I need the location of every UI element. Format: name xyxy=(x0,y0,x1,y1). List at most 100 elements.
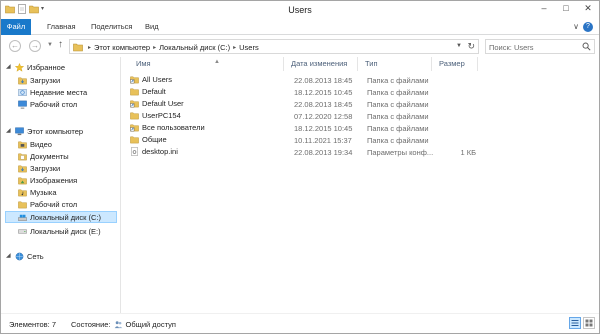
nav-item-downloads-pc[interactable]: Загрузки xyxy=(18,162,60,174)
computer-icon xyxy=(15,126,24,136)
folder-shortcut-icon xyxy=(130,99,139,108)
nav-item-drive-e[interactable]: Локальный диск (E:) xyxy=(18,225,101,237)
chevron-down-icon[interactable]: ◢ xyxy=(6,63,12,72)
nav-item-label: Рабочий стол xyxy=(30,99,78,109)
table-row[interactable]: Общие 10.11.2021 15:37 Папка с файлами xyxy=(130,135,480,146)
column-header-type[interactable]: Тип xyxy=(359,57,432,71)
nav-item-label: Рабочий стол xyxy=(30,199,78,209)
maximize-button[interactable]: □ xyxy=(555,1,577,15)
column-header-name[interactable]: ▲ Имя xyxy=(130,57,284,71)
breadcrumb-drive-c[interactable]: Локальный диск (C:) xyxy=(159,43,230,52)
recent-locations-icon[interactable]: ▼ xyxy=(47,42,53,48)
file-name: Default xyxy=(142,87,166,96)
file-name: UserPC154 xyxy=(142,111,181,120)
music-folder-icon xyxy=(18,188,27,197)
chevron-right-icon[interactable]: ▸ xyxy=(153,44,156,51)
table-row[interactable]: UserPC154 07.12.2020 12:58 Папка с файла… xyxy=(130,111,480,122)
navigation-pane: ◢ Избранное Загрузки Недавние места Рабо… xyxy=(1,57,121,313)
table-row[interactable]: Default 18.12.2015 10:45 Папка с файлами xyxy=(130,87,480,98)
ribbon-tabs: Файл Главная Поделиться Вид ∨ ? xyxy=(1,19,599,35)
documents-folder-icon xyxy=(18,152,27,161)
nav-item-music[interactable]: Музыка xyxy=(18,186,57,198)
table-row[interactable]: Default User 22.08.2013 18:45 Папка с фа… xyxy=(130,99,480,110)
tab-home[interactable]: Главная xyxy=(47,19,76,35)
navigation-bar: ← → ▼ ↑ ▸ Этот компьютер ▸ Локальный дис… xyxy=(1,35,599,57)
search-icon[interactable] xyxy=(582,42,591,53)
file-list: ▲ Имя Дата изменения Тип Размер All User… xyxy=(122,57,599,313)
help-icon[interactable]: ? xyxy=(583,22,593,32)
column-header-date[interactable]: Дата изменения xyxy=(285,57,358,71)
address-bar[interactable]: ▸ Этот компьютер ▸ Локальный диск (C:) ▸… xyxy=(69,39,479,54)
recent-places-icon xyxy=(18,88,27,97)
folder-icon xyxy=(130,87,139,96)
folder-icon xyxy=(130,135,139,144)
status-bar: Элементов: 7 Состояние: Общий доступ xyxy=(1,313,599,333)
file-type: Папка с файлами xyxy=(367,100,429,109)
nav-this-pc[interactable]: ◢ Этот компьютер xyxy=(6,125,83,137)
search-box[interactable] xyxy=(485,39,595,54)
file-name: Общие xyxy=(142,135,167,144)
file-date: 10.11.2021 15:37 xyxy=(294,136,352,145)
table-row[interactable]: Все пользователи 18.12.2015 10:45 Папка … xyxy=(130,123,480,134)
nav-item-desktop[interactable]: Рабочий стол xyxy=(18,98,77,110)
nav-item-videos[interactable]: Видео xyxy=(18,138,52,150)
table-row[interactable]: desktop.ini 22.08.2013 19:34 Параметры к… xyxy=(130,147,480,158)
tab-share[interactable]: Поделиться xyxy=(91,19,132,35)
breadcrumb-users[interactable]: Users xyxy=(239,43,259,52)
star-icon xyxy=(14,62,25,72)
up-arrow-icon[interactable]: ↑ xyxy=(58,39,63,50)
chevron-right-icon[interactable]: ◢ xyxy=(6,252,12,261)
nav-item-documents[interactable]: Документы xyxy=(18,150,69,162)
video-folder-icon xyxy=(18,140,27,149)
close-button[interactable]: ✕ xyxy=(577,1,599,15)
file-type: Папка с файлами xyxy=(367,124,429,133)
details-view-button[interactable] xyxy=(569,317,581,329)
tab-file[interactable]: Файл xyxy=(1,19,31,35)
nav-item-pictures[interactable]: Изображения xyxy=(18,174,77,186)
chevron-right-icon[interactable]: ▸ xyxy=(233,44,236,51)
folder-shortcut-icon xyxy=(130,123,139,132)
file-name: Все пользователи xyxy=(142,123,205,132)
chevron-down-icon[interactable]: ▼ xyxy=(456,43,462,49)
item-count: Элементов: 7 xyxy=(9,320,57,329)
back-button[interactable]: ← xyxy=(9,40,21,52)
refresh-icon[interactable]: ↻ xyxy=(467,41,475,52)
hard-drive-icon xyxy=(18,227,27,236)
file-date: 22.08.2013 18:45 xyxy=(294,100,353,109)
forward-button[interactable]: → xyxy=(29,40,41,52)
folder-shortcut-icon xyxy=(130,75,139,84)
window-title: Users xyxy=(288,5,312,15)
nav-this-pc-label: Этот компьютер xyxy=(27,126,84,136)
file-date: 18.12.2015 10:45 xyxy=(294,124,353,133)
large-icons-view-button[interactable] xyxy=(583,317,595,329)
nav-item-downloads[interactable]: Загрузки xyxy=(18,74,60,86)
large-icons-view-icon xyxy=(585,319,593,327)
nav-item-label: Видео xyxy=(30,139,52,149)
minimize-button[interactable]: – xyxy=(533,1,555,15)
view-switcher xyxy=(569,317,595,329)
chevron-right-icon[interactable]: ◢ xyxy=(6,127,12,136)
table-row[interactable]: All Users 22.08.2013 18:45 Папка с файла… xyxy=(130,75,480,86)
nav-network[interactable]: ◢ Сеть xyxy=(6,250,44,262)
folder-icon xyxy=(130,111,139,120)
pictures-folder-icon xyxy=(18,176,27,185)
hard-drive-icon xyxy=(18,213,27,222)
nav-item-label: Изображения xyxy=(30,175,78,185)
state-value: Общий доступ xyxy=(125,320,176,329)
file-name: desktop.ini xyxy=(142,147,178,156)
nav-item-recent[interactable]: Недавние места xyxy=(18,86,87,98)
file-date: 22.08.2013 18:45 xyxy=(294,76,353,85)
search-input[interactable] xyxy=(489,42,579,52)
nav-item-label: Загрузки xyxy=(30,75,61,85)
chevron-down-icon[interactable]: ∨ xyxy=(573,22,579,31)
nav-item-label: Загрузки xyxy=(30,163,61,173)
chevron-right-icon[interactable]: ▸ xyxy=(88,44,91,51)
tab-view[interactable]: Вид xyxy=(145,19,159,35)
breadcrumb-computer[interactable]: Этот компьютер xyxy=(94,43,150,52)
nav-favorites[interactable]: ◢ Избранное xyxy=(6,61,65,73)
column-header-size[interactable]: Размер xyxy=(433,57,478,71)
nav-item-drive-c[interactable]: Локальный диск (C:) xyxy=(5,211,117,223)
nav-item-desktop-pc[interactable]: Рабочий стол xyxy=(18,198,77,210)
file-date: 22.08.2013 19:34 xyxy=(294,148,353,157)
file-name: All Users xyxy=(142,75,173,84)
